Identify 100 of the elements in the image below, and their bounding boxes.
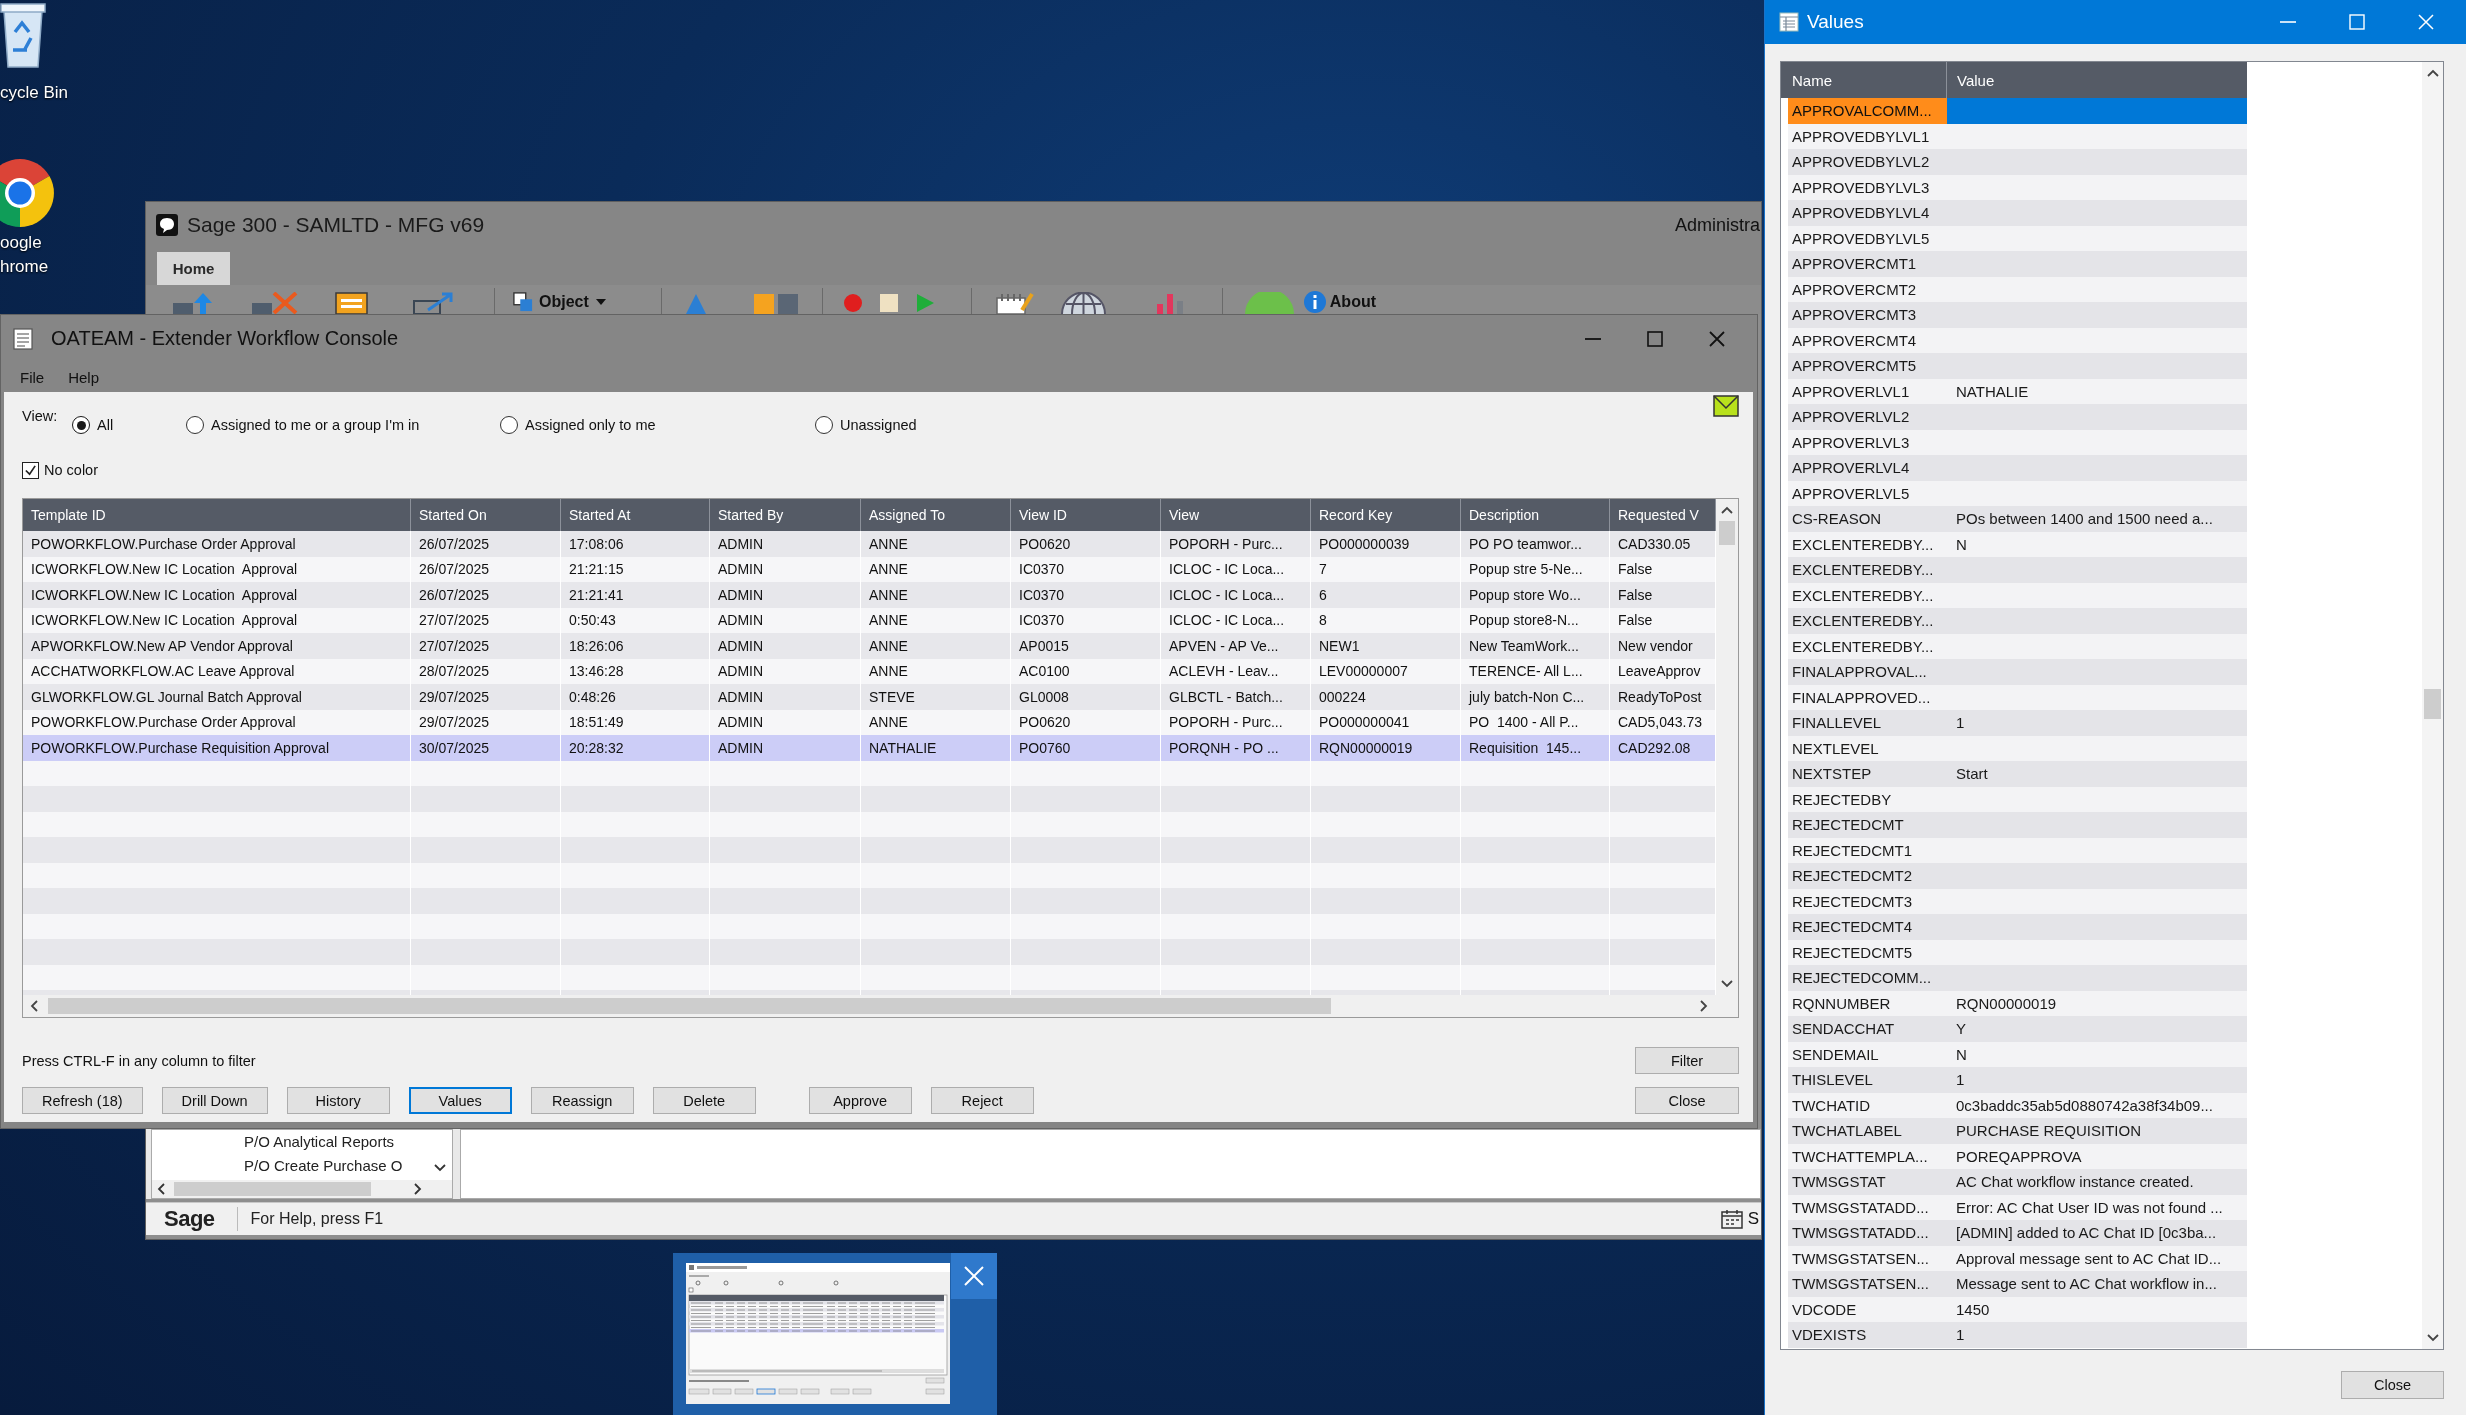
table-row[interactable]: APPROVERLVL2	[1788, 404, 2247, 430]
chevron-down-icon[interactable]	[2426, 1334, 2439, 1342]
dialog-button[interactable]: Values	[408, 1087, 512, 1114]
table-row[interactable]: APPROVERLVL1 NATHALIE	[1788, 378, 2247, 404]
table-row[interactable]: REJECTEDCMT	[1788, 812, 2247, 838]
table-row[interactable]: APPROVERCMT2	[1788, 276, 2247, 302]
dialog-button[interactable]: Close	[2341, 1371, 2444, 1399]
taskbar-preview[interactable]	[673, 1253, 997, 1415]
table-row[interactable]: FINALAPPROVAL...	[1788, 659, 2247, 685]
table-row[interactable]: REJECTEDCMT5	[1788, 939, 2247, 965]
table-row[interactable]: EXCLENTEREDBY...	[1788, 633, 2247, 659]
chevron-up-icon[interactable]	[2426, 69, 2439, 77]
table-row[interactable]: APPROVERLVL5	[1788, 480, 2247, 506]
scrollbar-thumb[interactable]	[174, 1182, 371, 1196]
table-row[interactable]: APPROVERCMT3	[1788, 302, 2247, 328]
menu-item[interactable]: File	[15, 366, 50, 388]
toolbar-button[interactable]: About	[1303, 290, 1376, 314]
horizontal-scrollbar[interactable]	[23, 995, 1738, 1017]
close-button[interactable]	[951, 1253, 997, 1299]
table-row[interactable]: EXCLENTEREDBY...	[1788, 582, 2247, 608]
table-row[interactable]: REJECTEDCMT2	[1788, 863, 2247, 889]
table-row[interactable]: EXCLENTEREDBY...	[1788, 608, 2247, 634]
table-row[interactable]: TWMSGSTATADD... Error: AC Chat User ID was not found ...	[1788, 1194, 2247, 1220]
envelope-icon[interactable]	[1713, 395, 1739, 417]
column-header[interactable]: Name	[1781, 62, 1947, 98]
radio-label[interactable]: Assigned to me or a group I'm in	[211, 417, 420, 433]
dialog-button[interactable]: Reassign	[530, 1087, 634, 1114]
radio-label[interactable]: Unassigned	[840, 417, 917, 433]
radio-label[interactable]: All	[97, 417, 114, 433]
dialog-button[interactable]: History	[286, 1087, 390, 1114]
dialog-button[interactable]: Filter	[1635, 1047, 1739, 1074]
chevron-right-icon[interactable]	[414, 1183, 422, 1195]
table-row[interactable]: TWCHATLABEL PURCHASE REQUISITION	[1788, 1118, 2247, 1144]
table-row[interactable]: REJECTEDCOMM...	[1788, 965, 2247, 991]
square-icon[interactable]	[879, 294, 898, 312]
scrollbar-thumb[interactable]	[1719, 521, 1735, 545]
table-row[interactable]: APPROVEDBYLVL3	[1788, 174, 2247, 200]
table-row[interactable]: APPROVERLVL4	[1788, 455, 2247, 481]
export-arrow-icon[interactable]	[412, 292, 456, 314]
checkbox-label[interactable]: No color	[44, 462, 98, 478]
table-row[interactable]: APPROVEDBYLVL2	[1788, 149, 2247, 175]
table-row[interactable]: REJECTEDCMT3	[1788, 888, 2247, 914]
table-row[interactable]: VDCODE 1450	[1788, 1296, 2247, 1322]
table-row[interactable]: APWORKFLOW.New AP Vendor Approval 27/07/2025 18:26:06 ADMIN ANNE AP0015 APVEN - AP Ve... NEW1 New TeamWork... New vendor	[23, 633, 1716, 659]
table-row[interactable]: APPROVERCMT4	[1788, 327, 2247, 353]
circle-logo-icon[interactable]	[0, 158, 54, 228]
table-row[interactable]: VDEXISTS 1	[1788, 1322, 2247, 1348]
table-row[interactable]: EXCLENTEREDBY...	[1788, 557, 2247, 583]
table-row[interactable]: RQNNUMBER RQN00000019	[1788, 990, 2247, 1016]
column-header[interactable]: Value	[1947, 62, 2247, 98]
nav-item[interactable]: P/O Create Purchase O	[244, 1154, 434, 1178]
chevron-right-icon[interactable]	[1700, 1000, 1708, 1012]
table-row[interactable]: POWORKFLOW.Purchase Requisition Approval 30/07/2025 20:28:32 ADMIN NATHALIE PO0760 PORQNH - PO ... RQN00000019 Requisition 145... CAD292.08	[23, 735, 1716, 761]
table-row[interactable]: FINALLEVEL 1	[1788, 710, 2247, 736]
table-row[interactable]: APPROVERCMT5	[1788, 353, 2247, 379]
table-row[interactable]: TWMSGSTATSEN... Message sent to AC Chat workflow in...	[1788, 1271, 2247, 1297]
chevron-down-icon[interactable]	[1721, 980, 1733, 988]
dialog-button[interactable]: Drill Down	[161, 1087, 268, 1114]
horizontal-scrollbar[interactable]	[152, 1180, 452, 1198]
table-row[interactable]: APPROVERLVL3	[1788, 429, 2247, 455]
document-icon[interactable]	[335, 292, 368, 314]
table-row[interactable]: NEXTSTEP Start	[1788, 761, 2247, 787]
radio-button[interactable]	[186, 416, 204, 434]
table-row[interactable]: APPROVERCMT1	[1788, 251, 2247, 277]
radio-button[interactable]	[815, 416, 833, 434]
table-row[interactable]: SENDACCHAT Y	[1788, 1016, 2247, 1042]
table-row[interactable]: GLWORKFLOW.GL Journal Batch Approval 29/07/2025 0:48:26 ADMIN STEVE GL0008 GLBCTL - Batch... 000224 july batch-Non C... ReadyToPost	[23, 684, 1716, 710]
table-row[interactable]: FINALAPPROVED...	[1788, 684, 2247, 710]
vertical-scrollbar[interactable]	[1716, 499, 1738, 995]
table-row[interactable]: ICWORKFLOW.New IC Location Approval 26/07/2025 21:21:41 ADMIN ANNE IC0370 ICLOC - IC Loca... 6 Popup store Wo... False	[23, 582, 1716, 608]
radio-label[interactable]: Assigned only to me	[525, 417, 656, 433]
calendar-icon[interactable]	[995, 292, 1034, 314]
ribbon-tab[interactable]: Home	[157, 252, 230, 285]
table-row[interactable]: POWORKFLOW.Purchase Order Approval 26/07/2025 17:08:06 ADMIN ANNE PO0620 POPORH - Purc... PO000000039 PO PO teamwor... CAD330.05	[23, 531, 1716, 557]
nav-item[interactable]: P/O Analytical Reports	[244, 1130, 434, 1154]
recycle-bin-icon[interactable]	[0, 2, 46, 68]
table-row[interactable]: TWCHATTEMPLA... POREQAPPROVA	[1788, 1143, 2247, 1169]
dialog-button[interactable]: Approve	[808, 1087, 912, 1114]
table-row[interactable]: ICWORKFLOW.New IC Location Approval 26/07/2025 21:21:15 ADMIN ANNE IC0370 ICLOC - IC Loca... 7 Popup stre 5-Ne... False	[23, 556, 1716, 582]
table-row[interactable]: THISLEVEL 1	[1788, 1067, 2247, 1093]
dialog-button[interactable]: Reject	[930, 1087, 1034, 1114]
table-row[interactable]: ICWORKFLOW.New IC Location Approval 27/07/2025 0:50:43 ADMIN ANNE IC0370 ICLOC - IC Loca... 8 Popup store8-N... False	[23, 607, 1716, 633]
table-row[interactable]: NEXTLEVEL	[1788, 735, 2247, 761]
menu-item[interactable]: Help	[63, 366, 105, 388]
toolbar-button[interactable]: Object	[513, 290, 606, 314]
checkbox[interactable]	[22, 461, 39, 479]
dialog-button[interactable]: Close	[1635, 1087, 1739, 1114]
table-row[interactable]: TWMSGSTATADD... [ADMIN] added to AC Chat ID [0c3ba...	[1788, 1220, 2247, 1246]
dialog-button[interactable]: Delete	[652, 1087, 756, 1114]
table-row[interactable]: SENDEMAIL N	[1788, 1041, 2247, 1067]
chevron-up-icon[interactable]	[1721, 506, 1733, 514]
table-row[interactable]: APPROVEDBYLVL4	[1788, 200, 2247, 226]
table-row[interactable]: REJECTEDCMT1	[1788, 837, 2247, 863]
chevron-down-icon[interactable]	[434, 1164, 446, 1172]
table-row[interactable]: APPROVEDBYLVL1	[1788, 123, 2247, 149]
table-row[interactable]: REJECTEDBY	[1788, 786, 2247, 812]
calendar-icon[interactable]	[1720, 1209, 1743, 1229]
table-row[interactable]: APPROVEDBYLVL5	[1788, 225, 2247, 251]
table-row[interactable]: TWMSGSTATSEN... Approval message sent to AC Chat ID...	[1788, 1245, 2247, 1271]
chevron-left-icon[interactable]	[157, 1183, 165, 1195]
